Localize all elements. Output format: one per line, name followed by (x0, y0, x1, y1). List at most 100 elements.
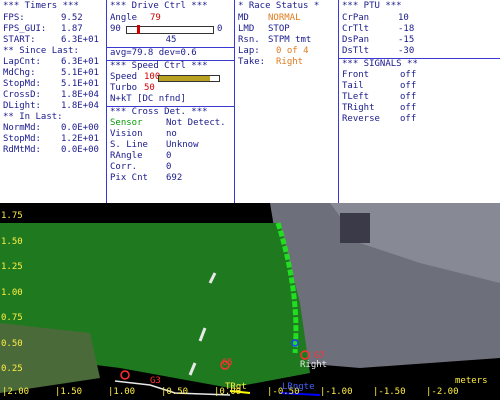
rdmtmd-value: 0.0E+00 (61, 145, 99, 155)
lapcnt-label: LapCnt: (3, 57, 41, 67)
reverse-label: Reverse (342, 114, 380, 124)
fps-value: 9.52 (61, 13, 83, 23)
rdmtmd-label: RdMtMd: (3, 145, 41, 155)
lapcnt-value: 6.3E+01 (61, 57, 99, 67)
since-last-header: ** Since Last: (3, 46, 79, 56)
crtilt-value: -18 (398, 24, 415, 34)
speed-label: Speed (110, 72, 138, 82)
start-label: START: (3, 35, 36, 45)
trgt-label: TRgt (225, 382, 247, 392)
front-value: off (400, 70, 417, 80)
race-column: * Race Status * MD NORMAL LMD STOP Rsn. STP… (235, 0, 339, 203)
stopmd-label: StopMd: (3, 79, 41, 89)
ptu-column: *** PTU *** CrPan 10 CrTlt -18 DsPan -15 Ds… (339, 0, 500, 203)
dstilt-value: -30 (398, 46, 415, 56)
stopmd2-value: 1.2E+01 (61, 134, 99, 144)
sensor-value: Not Detect. (166, 118, 226, 128)
front-label: Front (342, 70, 370, 80)
sline-value: Unknow (166, 140, 199, 150)
slider-min-label: 90 (110, 24, 121, 34)
nkt-text: N+kT [DC nfnd] (110, 94, 186, 104)
stopmd-value: 5.1E+01 (61, 79, 99, 89)
y-tick-label: 1.25 (1, 262, 23, 272)
rangle-label: RAngle (110, 151, 143, 161)
slider-mid-label: 45 (165, 35, 177, 45)
stopmd2-label: StopMd: (3, 134, 41, 144)
y-tick-label: 1.75 (1, 211, 23, 221)
mdchg-label: MdChg: (3, 68, 36, 78)
crpan-value: 10 (398, 13, 409, 23)
rsn-value: STPM tmt (268, 35, 312, 45)
fps-label: FPS: (3, 13, 25, 23)
dspan-value: -15 (398, 35, 415, 45)
g7-label: G7 (314, 351, 325, 361)
angle-slider[interactable] (126, 25, 214, 34)
slider-max-label: 0 (217, 24, 223, 34)
x-tick-label: |1.50 (55, 387, 83, 397)
lmd-value: STOP (268, 24, 290, 34)
race-header: * Race Status * (238, 1, 320, 11)
corr-value: 0 (166, 162, 172, 172)
rsn-label: Rsn. (238, 35, 260, 45)
right-label: Right (300, 360, 328, 370)
y-tick-label: 1.00 (1, 287, 23, 298)
tail-value: off (400, 81, 417, 91)
speed-bar-fill (159, 76, 210, 81)
lap-value: 0 of 4 (276, 46, 309, 56)
timers-header: *** Timers *** (3, 1, 79, 11)
dspan-label: DsPan (342, 35, 370, 45)
fpsgui-value: 1.87 (61, 24, 83, 34)
normmd-label: NormMd: (3, 123, 41, 133)
g3-label: G3 (150, 376, 161, 386)
y-tick-label: 0.50 (1, 338, 23, 349)
ptu-header: *** PTU *** (342, 1, 402, 11)
reverse-value: off (400, 114, 417, 124)
turbo-value: 50 (144, 83, 155, 93)
drive-header: *** Drive Ctrl *** (110, 1, 208, 11)
rangle-value: 0 (166, 151, 172, 161)
turbo-label: Turbo (110, 83, 138, 93)
pixcnt-value: 692 (166, 173, 183, 183)
track-view[interactable] (0, 203, 500, 400)
x-tick-label: |-1.00 (320, 387, 353, 397)
sensor-label: Sensor (110, 118, 143, 128)
units-label: meters (455, 376, 488, 386)
lrgt-label: LRngte (282, 382, 315, 392)
sline-label: S. Line (110, 140, 148, 150)
mdchg-value: 5.1E+01 (61, 68, 99, 78)
corr-label: Corr. (110, 162, 138, 172)
angle-value: 79 (150, 13, 161, 23)
scenery-object (340, 213, 370, 243)
x-tick-label: |-2.00 (426, 387, 459, 397)
x-tick-label: |1.00 (108, 387, 136, 397)
md-label: MD (238, 13, 249, 23)
drive-column: *** Drive Ctrl *** Angle 79 90 0 45 avg=7… (107, 0, 235, 203)
angle-slider-thumb[interactable] (136, 25, 140, 34)
g5-label: G5 (222, 358, 233, 368)
x-tick-label: |-1.50 (373, 387, 406, 397)
start-value: 6.3E+01 (61, 35, 99, 45)
normmd-value: 0.0E+00 (61, 123, 99, 133)
dstilt-label: DsTlt (342, 46, 370, 56)
timers-column: *** Timers *** FPS: 9.52 FPS_GUI: 1.87 STA… (0, 0, 107, 203)
crpan-label: CrPan (342, 13, 370, 23)
tleft-value: off (400, 92, 417, 102)
tright-value: off (400, 103, 417, 113)
lmd-label: LMD (238, 24, 255, 34)
x-tick-label: |0.50 (161, 387, 189, 397)
y-tick-label: 0.25 (1, 364, 23, 374)
crtilt-label: CrTlt (342, 24, 370, 34)
y-tick-label: 1.50 (1, 236, 23, 247)
status-panel: *** Timers *** FPS: 9.52 FPS_GUI: 1.87 STA… (0, 0, 500, 203)
tail-label: Tail (342, 81, 364, 91)
take-label: Take: (238, 57, 266, 67)
speed-bar (158, 75, 220, 82)
cross-header: *** Cross Det. *** (110, 107, 208, 117)
signals-header: *** SIGNALS ** (342, 59, 418, 69)
vision-label: Vision (110, 129, 143, 139)
crossd-label: CrossD: (3, 90, 41, 100)
take-value: Right (276, 57, 304, 67)
speed-header: *** Speed Ctrl *** (110, 61, 208, 71)
avg-dev-text: avg=79.8 dev=0.6 (110, 48, 197, 58)
crossd-value: 1.8E+04 (61, 90, 99, 100)
